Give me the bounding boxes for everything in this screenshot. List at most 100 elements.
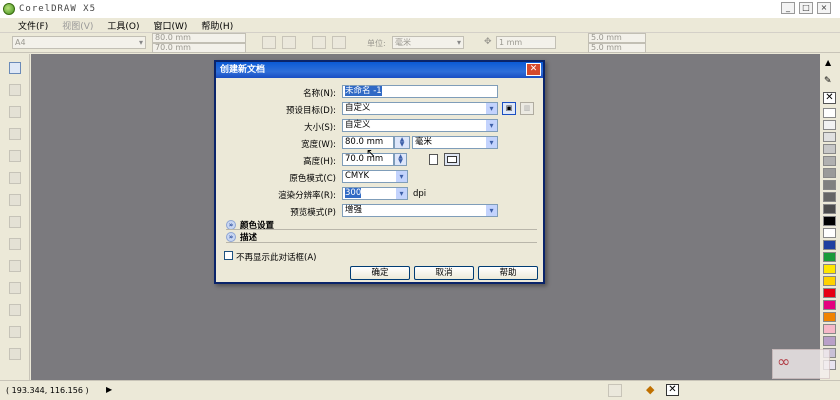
close-window-button[interactable]: × bbox=[817, 2, 831, 14]
height-label: 高度(H): bbox=[303, 157, 336, 167]
chevron-down-icon: » bbox=[226, 232, 236, 242]
coreldraw-logo-icon bbox=[3, 3, 15, 15]
help-button[interactable]: 帮助 bbox=[478, 266, 538, 280]
outline-none-icon[interactable]: ✕ bbox=[666, 384, 679, 396]
dont-show-checkbox[interactable] bbox=[224, 251, 233, 260]
palette-swatch[interactable] bbox=[823, 288, 836, 298]
size-label: 大小(S): bbox=[304, 123, 336, 133]
paper-size-select[interactable]: A4 bbox=[12, 36, 146, 49]
color-mode-label: 原色模式(C) bbox=[289, 174, 336, 184]
portrait-orientation-icon[interactable] bbox=[429, 154, 438, 165]
portrait-icon[interactable] bbox=[262, 36, 276, 49]
menu-help[interactable]: 帮助(H) bbox=[201, 19, 233, 32]
units-select[interactable]: 毫米 bbox=[392, 36, 464, 49]
section-divider bbox=[226, 229, 537, 230]
palette-swatch[interactable] bbox=[823, 324, 836, 334]
watermark-mark-icon: ∞ bbox=[777, 352, 791, 371]
palette-swatch[interactable] bbox=[823, 228, 836, 238]
color-mode-select[interactable]: CMYK bbox=[342, 170, 408, 183]
ok-button[interactable]: 确定 bbox=[350, 266, 410, 280]
status-bar: ( 193.344, 116.156 ) ▶ ◆ ✕ ∞ bbox=[0, 349, 840, 400]
create-new-document-dialog: 创建新文档 ✕ 名称(N): 未命名 -1 预设目标(D): 自定义 ▣ ▥ 大… bbox=[214, 60, 545, 284]
palette-swatch[interactable] bbox=[823, 204, 836, 214]
maximize-button[interactable]: □ bbox=[799, 2, 813, 14]
preview-mode-select[interactable]: 增强 bbox=[342, 204, 498, 217]
palette-swatch[interactable] bbox=[823, 132, 836, 142]
text-tool-icon[interactable] bbox=[9, 282, 21, 294]
resolution-value: 300 bbox=[345, 188, 362, 198]
palette-swatch[interactable] bbox=[823, 192, 836, 202]
palette-swatch[interactable] bbox=[823, 156, 836, 166]
height-spinner[interactable]: ▲ ▼ bbox=[394, 153, 407, 166]
units-dropdown[interactable]: 毫米 bbox=[412, 136, 498, 149]
preview-mode-label: 预览模式(P) bbox=[290, 208, 336, 218]
shape-tool-icon[interactable] bbox=[9, 84, 21, 96]
menu-window[interactable]: 窗口(W) bbox=[154, 19, 188, 32]
coreldraw-window: CorelDRAW X5 _ □ × 文件(F) 视图(V) 工具(O) 窗口(… bbox=[0, 0, 840, 400]
palette-swatch[interactable] bbox=[823, 276, 836, 286]
freehand-tool-icon[interactable] bbox=[9, 150, 21, 162]
cursor-coordinates: ( 193.344, 116.156 ) bbox=[6, 386, 89, 395]
palette-swatch[interactable] bbox=[823, 144, 836, 154]
palette-swatch[interactable] bbox=[823, 216, 836, 226]
window-title: CorelDRAW X5 bbox=[19, 4, 97, 14]
name-input-value: 未命名 -1 bbox=[345, 86, 382, 96]
current-page-icon[interactable] bbox=[332, 36, 346, 49]
table-tool-icon[interactable] bbox=[9, 304, 21, 316]
menu-view[interactable]: 视图(V) bbox=[62, 19, 93, 32]
fill-bucket-icon[interactable]: ◆ bbox=[646, 383, 654, 396]
eyedropper-tool-icon[interactable] bbox=[9, 348, 21, 360]
name-input[interactable]: 未命名 -1 bbox=[342, 85, 498, 98]
palette-swatch[interactable] bbox=[823, 312, 836, 322]
resolution-select[interactable]: 300 bbox=[342, 187, 408, 200]
width-spinner[interactable]: ▲ ▼ bbox=[394, 136, 410, 149]
size-select[interactable]: 自定义 bbox=[342, 119, 498, 132]
duplicate-x-field[interactable]: 5.0 mm bbox=[588, 33, 646, 43]
minimize-button[interactable]: _ bbox=[781, 2, 795, 14]
palette-swatch[interactable] bbox=[823, 264, 836, 274]
status-expand-icon[interactable]: ▶ bbox=[106, 385, 112, 394]
polygon-tool-icon[interactable] bbox=[9, 238, 21, 250]
palette-flyout-icon[interactable]: ✎ bbox=[824, 76, 832, 86]
all-pages-icon[interactable] bbox=[312, 36, 326, 49]
duplicate-y-field[interactable]: 5.0 mm bbox=[588, 43, 646, 53]
menu-file[interactable]: 文件(F) bbox=[18, 19, 48, 32]
smart-fill-tool-icon[interactable] bbox=[9, 172, 21, 184]
no-color-swatch[interactable]: ✕ bbox=[823, 92, 836, 104]
basic-shapes-tool-icon[interactable] bbox=[9, 260, 21, 272]
palette-swatch[interactable] bbox=[823, 180, 836, 190]
dont-show-label[interactable]: 不再显示此对话框(A) bbox=[236, 251, 316, 263]
pick-tool-icon[interactable] bbox=[9, 62, 21, 74]
landscape-page-icon bbox=[447, 156, 457, 163]
palette-swatch[interactable] bbox=[823, 108, 836, 118]
landscape-icon[interactable] bbox=[282, 36, 296, 49]
menu-tools[interactable]: 工具(O) bbox=[107, 19, 139, 32]
toolbox bbox=[0, 54, 30, 380]
watermark-logo-icon: ∞ bbox=[772, 349, 830, 379]
name-label: 名称(N): bbox=[303, 89, 336, 99]
cancel-button[interactable]: 取消 bbox=[414, 266, 474, 280]
zoom-tool-icon[interactable] bbox=[9, 128, 21, 140]
palette-swatch[interactable] bbox=[823, 120, 836, 130]
dialog-close-button[interactable]: ✕ bbox=[526, 63, 541, 76]
page-width-field[interactable]: 80.0 mm bbox=[152, 33, 246, 43]
save-preset-icon[interactable]: ▣ bbox=[502, 102, 516, 115]
landscape-orientation-icon[interactable] bbox=[444, 153, 460, 166]
dimension-tool-icon[interactable] bbox=[9, 326, 21, 338]
section-divider bbox=[226, 242, 537, 243]
nudge-distance-field[interactable]: 1 mm bbox=[496, 36, 556, 49]
resolution-label: 渲染分辨率(R): bbox=[278, 191, 336, 201]
width-label: 宽度(W): bbox=[301, 140, 336, 150]
ellipse-tool-icon[interactable] bbox=[9, 216, 21, 228]
palette-scroll-up-icon[interactable]: ▲ bbox=[825, 58, 831, 67]
palette-swatch[interactable] bbox=[823, 168, 836, 178]
delete-preset-icon[interactable]: ▥ bbox=[520, 102, 534, 115]
palette-swatch[interactable] bbox=[823, 300, 836, 310]
preset-select[interactable]: 自定义 bbox=[342, 102, 498, 115]
crop-tool-icon[interactable] bbox=[9, 106, 21, 118]
palette-swatch[interactable] bbox=[823, 336, 836, 346]
palette-swatch[interactable] bbox=[823, 240, 836, 250]
palette-swatch[interactable] bbox=[823, 252, 836, 262]
page-height-field[interactable]: 70.0 mm bbox=[152, 43, 246, 53]
rectangle-tool-icon[interactable] bbox=[9, 194, 21, 206]
